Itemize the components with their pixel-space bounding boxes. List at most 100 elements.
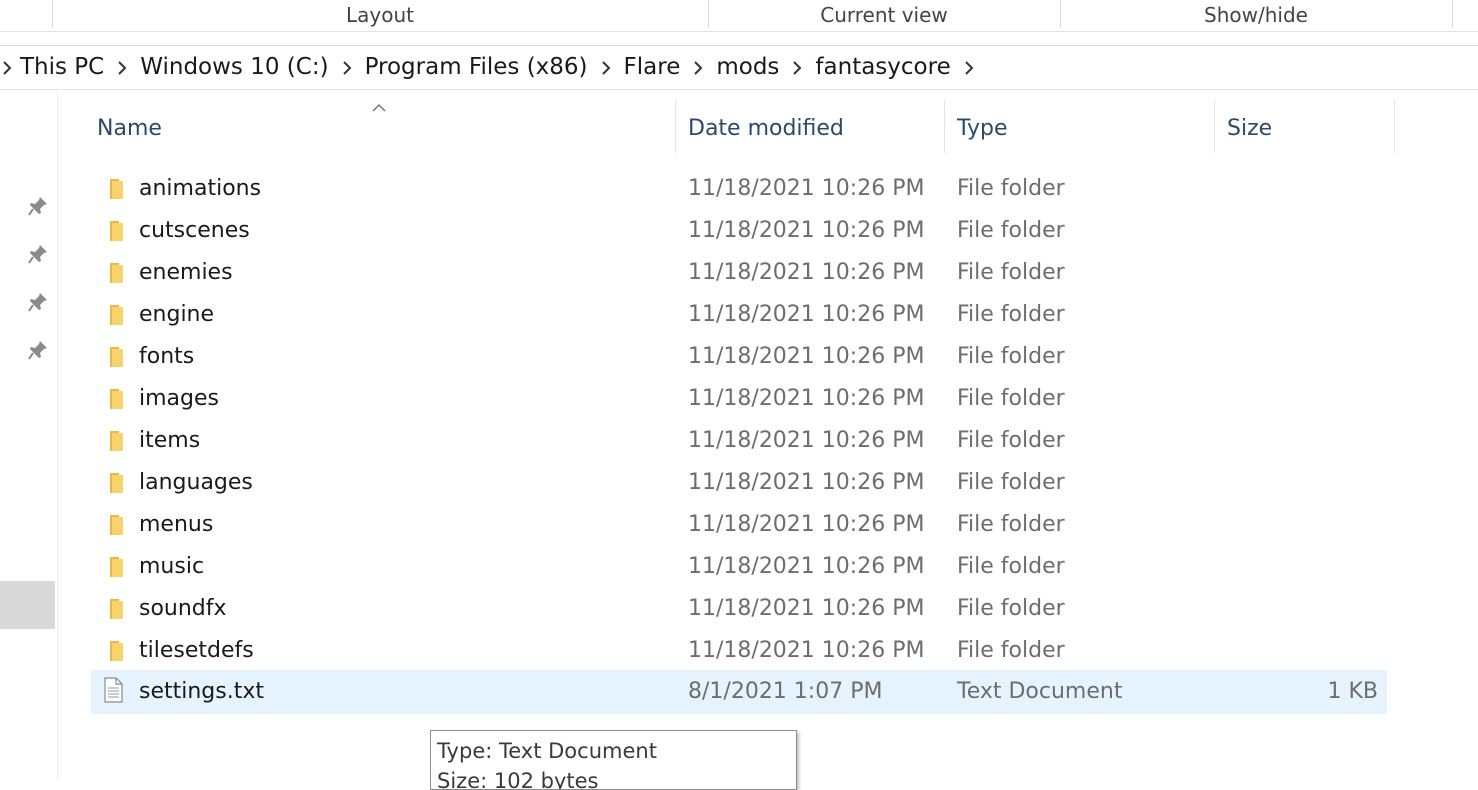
file-name: settings.txt <box>139 679 264 704</box>
chevron-right-icon[interactable] <box>110 45 134 90</box>
file-name: images <box>139 386 219 411</box>
file-type: File folder <box>957 176 1065 201</box>
text-file-icon <box>101 677 125 703</box>
file-name: items <box>139 428 201 453</box>
breadcrumb-this-pc[interactable]: This PC <box>14 45 110 90</box>
file-type: File folder <box>957 218 1065 243</box>
file-date: 8/1/2021 1:07 PM <box>688 679 883 704</box>
folder-icon <box>101 513 125 537</box>
folder-icon <box>101 639 125 663</box>
file-type: File folder <box>957 260 1065 285</box>
pin-icon[interactable] <box>26 242 50 266</box>
file-name: fonts <box>139 344 195 369</box>
folder-icon <box>101 429 125 453</box>
column-divider[interactable] <box>1394 100 1395 153</box>
folder-icon <box>101 177 125 201</box>
file-row[interactable]: animations 11/18/2021 10:26 PM File fold… <box>91 168 1387 210</box>
file-type: File folder <box>957 386 1065 411</box>
file-row[interactable]: enemies 11/18/2021 10:26 PM File folder <box>91 252 1387 294</box>
folder-icon <box>101 219 125 243</box>
ribbon-group-current-view: Current view <box>820 3 948 27</box>
file-type: File folder <box>957 470 1065 495</box>
folder-icon <box>101 471 125 495</box>
tooltip-size-line: Size: 102 bytes <box>437 769 599 790</box>
chevron-right-icon[interactable] <box>0 45 14 90</box>
ribbon-group-show-hide: Show/hide <box>1204 3 1308 27</box>
file-row[interactable]: images 11/18/2021 10:26 PM File folder <box>91 378 1387 420</box>
file-name: enemies <box>139 260 233 285</box>
chevron-right-icon[interactable] <box>785 45 809 90</box>
file-row-selected[interactable]: settings.txt 8/1/2021 1:07 PM Text Docum… <box>91 670 1387 714</box>
column-header-size[interactable]: Size <box>1215 103 1394 153</box>
folder-icon <box>101 303 125 327</box>
chevron-right-icon[interactable] <box>686 45 710 90</box>
tooltip-type-line: Type: Text Document <box>437 739 657 763</box>
ribbon-bottom-border <box>0 31 1478 32</box>
chevron-right-icon[interactable] <box>594 45 618 90</box>
breadcrumb[interactable]: This PC Windows 10 (C:) Program Files (x… <box>0 45 1478 90</box>
file-row[interactable]: engine 11/18/2021 10:26 PM File folder <box>91 294 1387 336</box>
file-date: 11/18/2021 10:26 PM <box>688 470 925 495</box>
file-date: 11/18/2021 10:26 PM <box>688 554 925 579</box>
file-type: File folder <box>957 428 1065 453</box>
file-date: 11/18/2021 10:26 PM <box>688 386 925 411</box>
breadcrumb-windows-drive[interactable]: Windows 10 (C:) <box>134 45 334 90</box>
file-row[interactable]: languages 11/18/2021 10:26 PM File folde… <box>91 462 1387 504</box>
file-date: 11/18/2021 10:26 PM <box>688 302 925 327</box>
file-name: engine <box>139 302 215 327</box>
file-name: tilesetdefs <box>139 638 254 663</box>
folder-icon <box>101 597 125 621</box>
file-row[interactable]: items 11/18/2021 10:26 PM File folder <box>91 420 1387 462</box>
folder-icon <box>101 261 125 285</box>
file-date: 11/18/2021 10:26 PM <box>688 260 925 285</box>
file-row[interactable]: fonts 11/18/2021 10:26 PM File folder <box>91 336 1387 378</box>
ribbon-divider <box>1452 0 1453 28</box>
file-date: 11/18/2021 10:26 PM <box>688 638 925 663</box>
breadcrumb-fantasycore[interactable]: fantasycore <box>809 45 956 90</box>
file-name: soundfx <box>139 596 227 621</box>
file-row[interactable]: soundfx 11/18/2021 10:26 PM File folder <box>91 588 1387 630</box>
file-type: File folder <box>957 344 1065 369</box>
file-type: Text Document <box>957 679 1123 704</box>
file-date: 11/18/2021 10:26 PM <box>688 512 925 537</box>
folder-icon <box>101 555 125 579</box>
file-size: 1 KB <box>1327 679 1378 704</box>
file-date: 11/18/2021 10:26 PM <box>688 218 925 243</box>
file-type: File folder <box>957 596 1065 621</box>
file-date: 11/18/2021 10:26 PM <box>688 344 925 369</box>
file-row[interactable]: music 11/18/2021 10:26 PM File folder <box>91 546 1387 588</box>
chevron-right-icon[interactable] <box>957 45 981 90</box>
file-type: File folder <box>957 512 1065 537</box>
file-row[interactable]: cutscenes 11/18/2021 10:26 PM File folde… <box>91 210 1387 252</box>
file-type: File folder <box>957 554 1065 579</box>
file-type: File folder <box>957 302 1065 327</box>
file-name: cutscenes <box>139 218 250 243</box>
file-name: music <box>139 554 205 579</box>
column-header-name[interactable]: Name <box>85 103 675 153</box>
breadcrumb-mods[interactable]: mods <box>710 45 785 90</box>
column-header-type[interactable]: Type <box>945 103 1214 153</box>
navigation-pane[interactable] <box>0 90 58 780</box>
pin-icon[interactable] <box>26 194 50 218</box>
file-date: 11/18/2021 10:26 PM <box>688 176 925 201</box>
ribbon-group-layout: Layout <box>346 3 414 27</box>
file-type: File folder <box>957 638 1065 663</box>
ribbon-group-labels: Layout Current view Show/hide <box>0 0 1478 32</box>
file-date: 11/18/2021 10:26 PM <box>688 596 925 621</box>
file-row[interactable]: menus 11/18/2021 10:26 PM File folder <box>91 504 1387 546</box>
pin-icon[interactable] <box>26 338 50 362</box>
file-row[interactable]: tilesetdefs 11/18/2021 10:26 PM File fol… <box>91 630 1387 672</box>
file-info-tooltip: Type: Text Document Size: 102 bytes <box>430 730 797 790</box>
folder-icon <box>101 345 125 369</box>
breadcrumb-program-files[interactable]: Program Files (x86) <box>359 45 594 90</box>
folder-icon <box>101 387 125 411</box>
file-name: languages <box>139 470 253 495</box>
pin-icon[interactable] <box>26 290 50 314</box>
file-name: animations <box>139 176 262 201</box>
nav-selected-item[interactable] <box>0 581 55 629</box>
file-name: menus <box>139 512 214 537</box>
file-date: 11/18/2021 10:26 PM <box>688 428 925 453</box>
column-header-date-modified[interactable]: Date modified <box>676 103 944 153</box>
chevron-right-icon[interactable] <box>335 45 359 90</box>
breadcrumb-flare[interactable]: Flare <box>618 45 687 90</box>
